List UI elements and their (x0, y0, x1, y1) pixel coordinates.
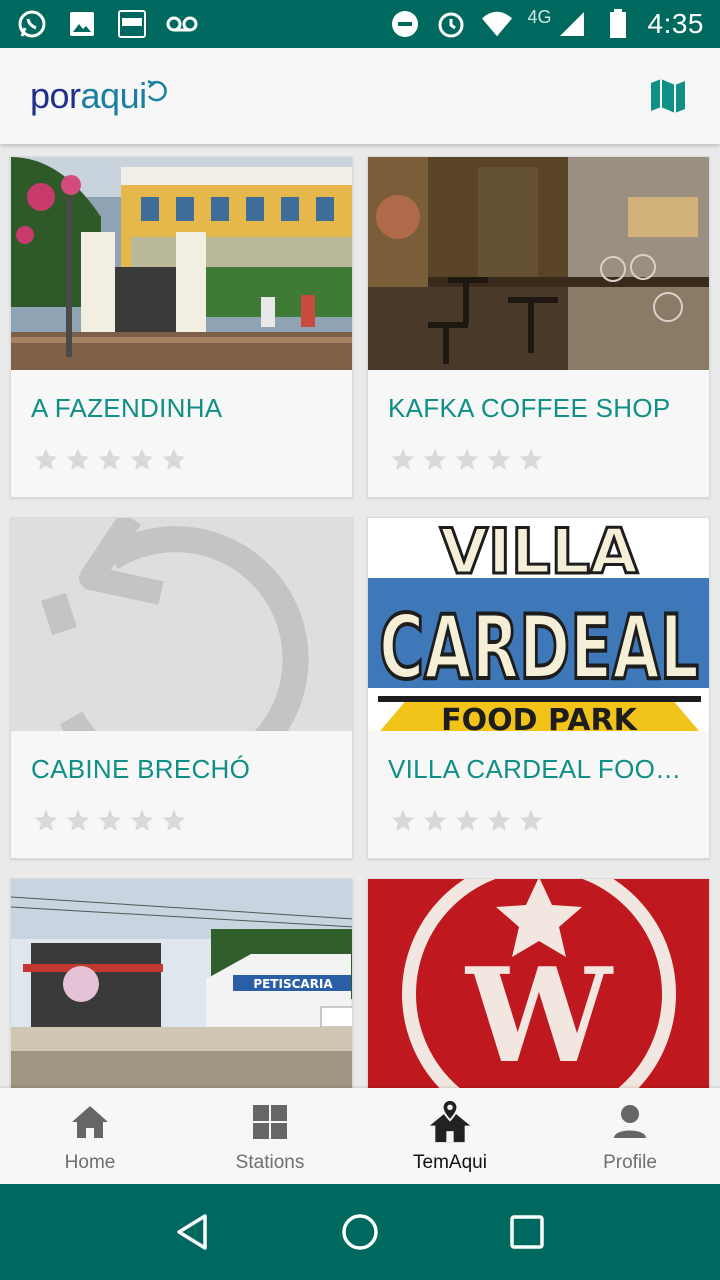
logo-letter-w: W (464, 939, 614, 1088)
star-icon[interactable] (518, 447, 544, 473)
nav-temaqui-label: TemAqui (413, 1152, 487, 1173)
building-photo (11, 157, 352, 370)
star-icon[interactable] (422, 447, 448, 473)
places-list[interactable]: A FAZENDINHA KAFKA COFFEE SHOP CABINE BR… (0, 144, 720, 1088)
star-icon[interactable] (97, 447, 123, 473)
rating-stars[interactable] (33, 808, 187, 834)
alarm-icon (435, 8, 467, 40)
place-card-a-fazendinha[interactable]: A FAZENDINHA (10, 156, 353, 498)
place-card-cabine-brecho[interactable]: CABINE BRECHÓ (10, 517, 353, 859)
rating-stars[interactable] (390, 447, 544, 473)
star-icon[interactable] (33, 447, 59, 473)
w-logo: W (368, 879, 709, 1088)
star-icon[interactable] (129, 808, 155, 834)
nav-home[interactable]: Home (0, 1088, 180, 1184)
map-icon (651, 79, 685, 113)
star-icon[interactable] (65, 808, 91, 834)
rating-stars[interactable] (33, 447, 187, 473)
logo-text-por: por (30, 75, 81, 116)
recents-square-icon (509, 1215, 544, 1249)
nav-profile[interactable]: Profile (540, 1088, 720, 1184)
star-icon[interactable] (422, 808, 448, 834)
place-card-6[interactable]: W (367, 878, 710, 1088)
status-bar: 4G 4:35 (0, 0, 720, 48)
status-time: 4:35 (647, 8, 704, 39)
home-icon (68, 1100, 112, 1144)
star-icon[interactable] (129, 447, 155, 473)
nav-stations[interactable]: Stations (180, 1088, 360, 1184)
logo-line-cardeal: CARDEAL (379, 596, 699, 699)
home-circle-icon (342, 1214, 378, 1250)
place-name: CABINE BRECHÓ (31, 754, 251, 784)
place-name: VILLA CARDEAL FOOD PARK (388, 754, 688, 784)
map-button[interactable] (646, 74, 690, 118)
star-icon[interactable] (454, 447, 480, 473)
house-pin-icon (428, 1099, 472, 1144)
rating-stars[interactable] (390, 808, 544, 834)
recents-button[interactable] (497, 1202, 557, 1262)
back-button[interactable] (163, 1202, 223, 1262)
voicemail-icon (166, 8, 198, 40)
street-photo: PETISCARIA (11, 879, 352, 1088)
placeholder-logo (11, 518, 352, 731)
signal-icon (556, 8, 588, 40)
villa-cardeal-logo: VILLA CARDEAL FOOD PARK (368, 518, 709, 731)
app-logo[interactable]: por aqui (30, 75, 167, 117)
place-name: KAFKA COFFEE SHOP (388, 393, 671, 423)
star-icon[interactable] (97, 808, 123, 834)
nav-profile-label: Profile (603, 1152, 657, 1173)
whatsapp-icon (16, 8, 48, 40)
person-icon (608, 1100, 652, 1144)
star-icon[interactable] (390, 447, 416, 473)
place-card-kafka-coffee-shop[interactable]: KAFKA COFFEE SHOP (367, 156, 710, 498)
star-icon[interactable] (486, 447, 512, 473)
system-navigation-bar (0, 1184, 720, 1280)
logo-line-food-park: FOOD PARK (441, 703, 638, 731)
bottom-navigation: Home Stations TemAqui Profile (0, 1088, 720, 1184)
star-icon[interactable] (390, 808, 416, 834)
grid-icon (248, 1100, 292, 1144)
nav-home-label: Home (64, 1152, 116, 1173)
star-icon[interactable] (33, 808, 59, 834)
network-type-label: 4G (527, 6, 552, 27)
image-icon (66, 8, 98, 40)
place-name: A FAZENDINHA (31, 393, 223, 423)
star-icon[interactable] (486, 808, 512, 834)
do-not-disturb-icon (389, 8, 421, 40)
cafe-interior-photo (368, 157, 709, 370)
app-bar: por aqui (0, 48, 720, 144)
nav-temaqui[interactable]: TemAqui (360, 1088, 540, 1184)
wifi-icon (481, 8, 513, 40)
logo-line-villa: VILLA (440, 518, 638, 588)
star-icon[interactable] (65, 447, 91, 473)
calendar-widget-icon (116, 8, 148, 40)
nav-stations-label: Stations (235, 1152, 305, 1173)
star-icon[interactable] (161, 447, 187, 473)
logo-swirl-icon (146, 79, 167, 102)
star-icon[interactable] (161, 808, 187, 834)
logo-text-aqui: aqui (80, 75, 148, 116)
sign-petiscaria: PETISCARIA (253, 977, 333, 991)
star-icon[interactable] (518, 808, 544, 834)
home-system-button[interactable] (330, 1202, 390, 1262)
place-card-villa-cardeal[interactable]: VILLA CARDEAL FOOD PARK VILLA CARDEAL FO… (367, 517, 710, 859)
place-card-5[interactable]: PETISCARIA (10, 878, 353, 1088)
star-icon[interactable] (454, 808, 480, 834)
battery-icon (602, 8, 634, 40)
back-triangle-icon (177, 1214, 208, 1250)
